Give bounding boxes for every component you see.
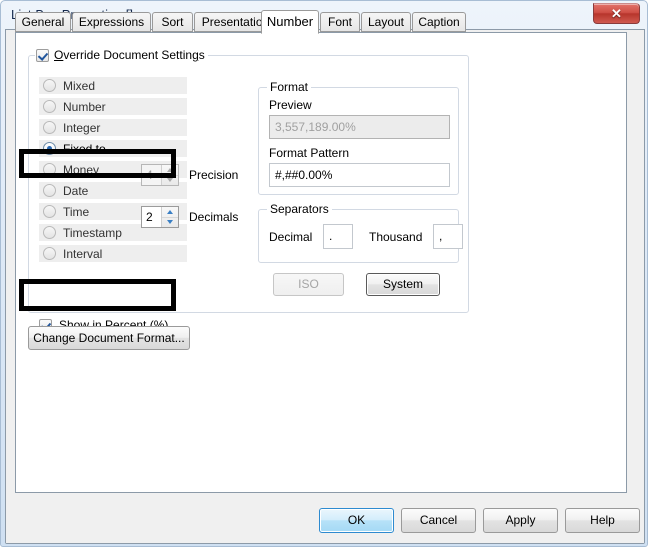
decimal-separator-input[interactable]: . xyxy=(323,224,353,249)
cancel-button[interactable]: Cancel xyxy=(401,508,476,533)
radio-button[interactable] xyxy=(43,100,56,113)
precision-decrement-button[interactable] xyxy=(162,174,178,186)
radio-label: Mixed xyxy=(63,78,96,93)
radio-button[interactable] xyxy=(43,205,56,218)
chevron-down-icon xyxy=(167,178,173,183)
radio-row-mixed[interactable]: Mixed xyxy=(39,77,187,94)
tab-number[interactable]: Number xyxy=(261,10,319,34)
radio-button[interactable] xyxy=(43,142,56,155)
change-document-format-button[interactable]: Change Document Format... xyxy=(28,326,190,350)
ok-button[interactable]: OK xyxy=(319,508,394,533)
radio-row-integer[interactable]: Integer xyxy=(39,119,187,136)
separators-group: Separators Decimal . Thousand , xyxy=(258,202,463,263)
tab-label: Number xyxy=(266,14,314,29)
tab-label: Presentation xyxy=(201,15,270,29)
dialog-window: List Box Properties [] ✕ GeneralExpressi… xyxy=(0,0,648,547)
apply-button[interactable]: Apply xyxy=(483,508,558,533)
close-icon: ✕ xyxy=(611,6,622,21)
precision-value[interactable]: 4 xyxy=(142,165,161,185)
tab-sort[interactable]: Sort xyxy=(152,12,193,32)
decimals-value[interactable]: 2 xyxy=(142,207,161,227)
help-button[interactable]: Help xyxy=(565,508,640,533)
radio-row-fixed-to[interactable]: Fixed to xyxy=(39,140,187,157)
format-group-title: Format xyxy=(267,80,312,94)
override-document-settings-checkbox[interactable] xyxy=(36,48,49,62)
precision-stepper[interactable]: 4 xyxy=(141,164,179,186)
tab-label: Expressions xyxy=(78,15,145,29)
tab-expressions[interactable]: Expressions xyxy=(72,12,151,32)
radio-button[interactable] xyxy=(43,184,56,197)
decimals-label: Decimals xyxy=(189,210,239,224)
radio-label: Interval xyxy=(63,246,103,261)
radio-label: Date xyxy=(63,183,89,198)
radio-row-interval[interactable]: Interval xyxy=(39,245,187,262)
thousand-separator-label: Thousand xyxy=(369,230,423,244)
radio-label: Fixed to xyxy=(63,141,106,156)
tab-layout[interactable]: Layout xyxy=(361,12,411,32)
override-document-settings-label: Override Document Settings xyxy=(54,48,205,62)
radio-button[interactable] xyxy=(43,226,56,239)
tab-general[interactable]: General xyxy=(15,12,71,32)
tab-label: Sort xyxy=(161,15,184,29)
decimals-increment-button[interactable] xyxy=(162,207,178,217)
radio-button[interactable] xyxy=(43,247,56,260)
chevron-down-icon xyxy=(167,220,173,225)
radio-label: Number xyxy=(63,99,106,114)
tab-caption[interactable]: Caption xyxy=(412,12,466,32)
system-button[interactable]: System xyxy=(366,273,440,296)
tab-label: General xyxy=(21,15,65,29)
format-group: Format Preview 3,557,189.00% Format Patt… xyxy=(258,80,459,195)
chevron-up-icon xyxy=(167,209,173,214)
format-pattern-label: Format Pattern xyxy=(269,146,350,160)
dialog-button-bar: OK Cancel Apply Help xyxy=(6,498,644,543)
tab-page-number: Override Document Settings Mixed Number In… xyxy=(15,32,627,493)
radio-button[interactable] xyxy=(43,79,56,92)
radio-label: Timestamp xyxy=(63,225,122,240)
override-document-settings-group: Override Document Settings Mixed Number In… xyxy=(28,48,469,332)
precision-label: Precision xyxy=(189,168,239,182)
close-button[interactable]: ✕ xyxy=(593,3,640,24)
tab-font[interactable]: Font xyxy=(320,12,360,32)
precision-stepper-buttons xyxy=(161,165,178,185)
iso-button: ISO xyxy=(273,273,344,296)
decimals-stepper-buttons xyxy=(161,207,178,227)
separators-group-title: Separators xyxy=(267,202,332,216)
decimals-decrement-button[interactable] xyxy=(162,216,178,228)
radio-label: Money xyxy=(63,162,100,177)
chevron-up-icon xyxy=(167,167,173,172)
precision-increment-button[interactable] xyxy=(162,165,178,175)
thousand-separator-input[interactable]: , xyxy=(433,224,463,249)
tab-label: Layout xyxy=(367,15,405,29)
decimal-separator-label: Decimal xyxy=(269,230,313,244)
radio-label: Time xyxy=(63,204,90,219)
format-pattern-input[interactable]: #,##0.00% xyxy=(269,163,450,187)
preview-field: 3,557,189.00% xyxy=(269,115,450,139)
preview-label: Preview xyxy=(269,98,312,112)
tab-label: Caption xyxy=(418,15,460,29)
radio-button[interactable] xyxy=(43,121,56,134)
override-document-settings-title: Override Document Settings xyxy=(35,48,208,62)
radio-row-number[interactable]: Number xyxy=(39,98,187,115)
radio-label: Integer xyxy=(63,120,101,135)
tab-label: Font xyxy=(327,15,352,29)
radio-button[interactable] xyxy=(43,163,56,176)
decimals-stepper[interactable]: 2 xyxy=(141,206,179,228)
